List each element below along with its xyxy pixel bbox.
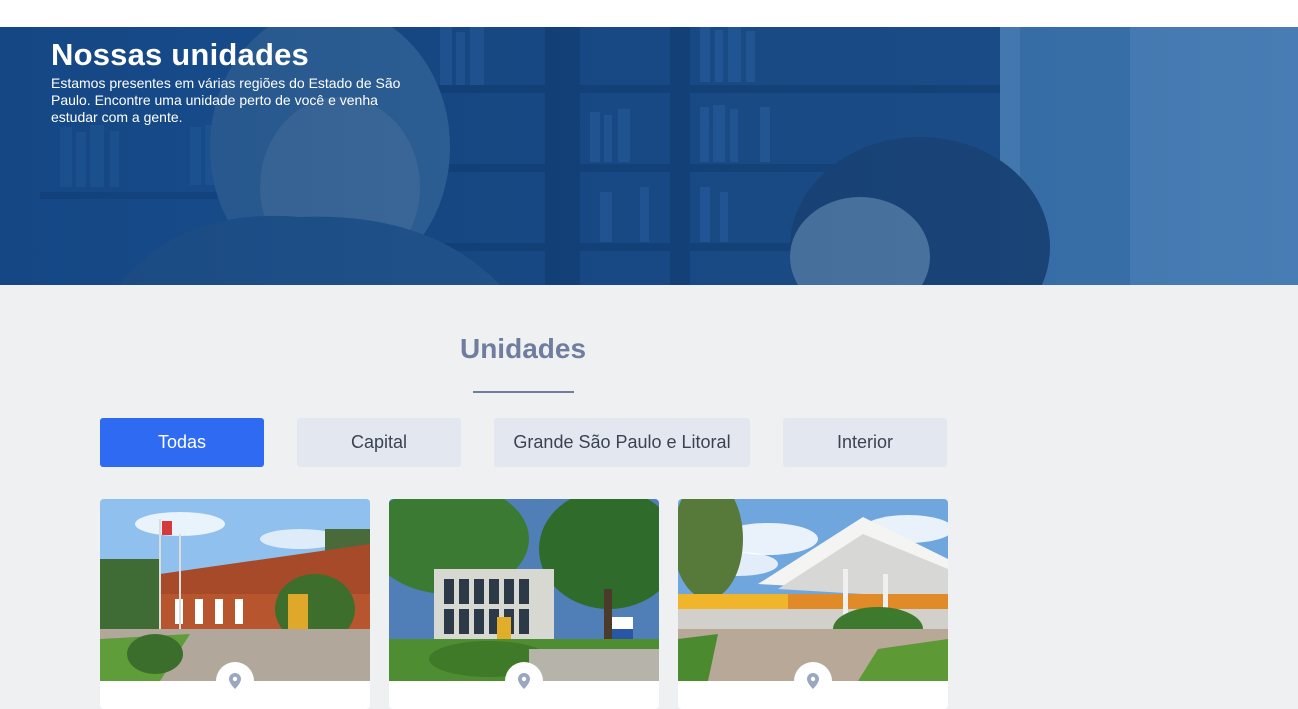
hero-banner: Nossas unidades Estamos presentes em vár… bbox=[0, 27, 1298, 285]
tab-capital[interactable]: Capital bbox=[297, 418, 461, 467]
location-pin-badge bbox=[794, 662, 832, 700]
tab-grande-sao-paulo-e-litoral[interactable]: Grande São Paulo e Litoral bbox=[494, 418, 750, 467]
page-title: Nossas unidades bbox=[51, 37, 309, 72]
top-bar bbox=[0, 0, 1298, 27]
unit-card[interactable] bbox=[389, 499, 659, 709]
tab-interior[interactable]: Interior bbox=[783, 418, 947, 467]
hero-subtitle: Estamos presentes em várias regiões do E… bbox=[51, 75, 401, 125]
map-pin-icon bbox=[229, 673, 241, 689]
location-pin-badge bbox=[505, 662, 543, 700]
unit-photo bbox=[100, 499, 370, 681]
unit-photo bbox=[678, 499, 948, 681]
map-pin-icon bbox=[807, 673, 819, 689]
unit-photo bbox=[389, 499, 659, 681]
unit-card[interactable] bbox=[100, 499, 370, 709]
unit-card[interactable] bbox=[678, 499, 948, 709]
tab-todas[interactable]: Todas bbox=[100, 418, 264, 467]
section-divider bbox=[473, 391, 574, 393]
map-pin-icon bbox=[518, 673, 530, 689]
location-pin-badge bbox=[216, 662, 254, 700]
section-title: Unidades bbox=[459, 333, 587, 364]
